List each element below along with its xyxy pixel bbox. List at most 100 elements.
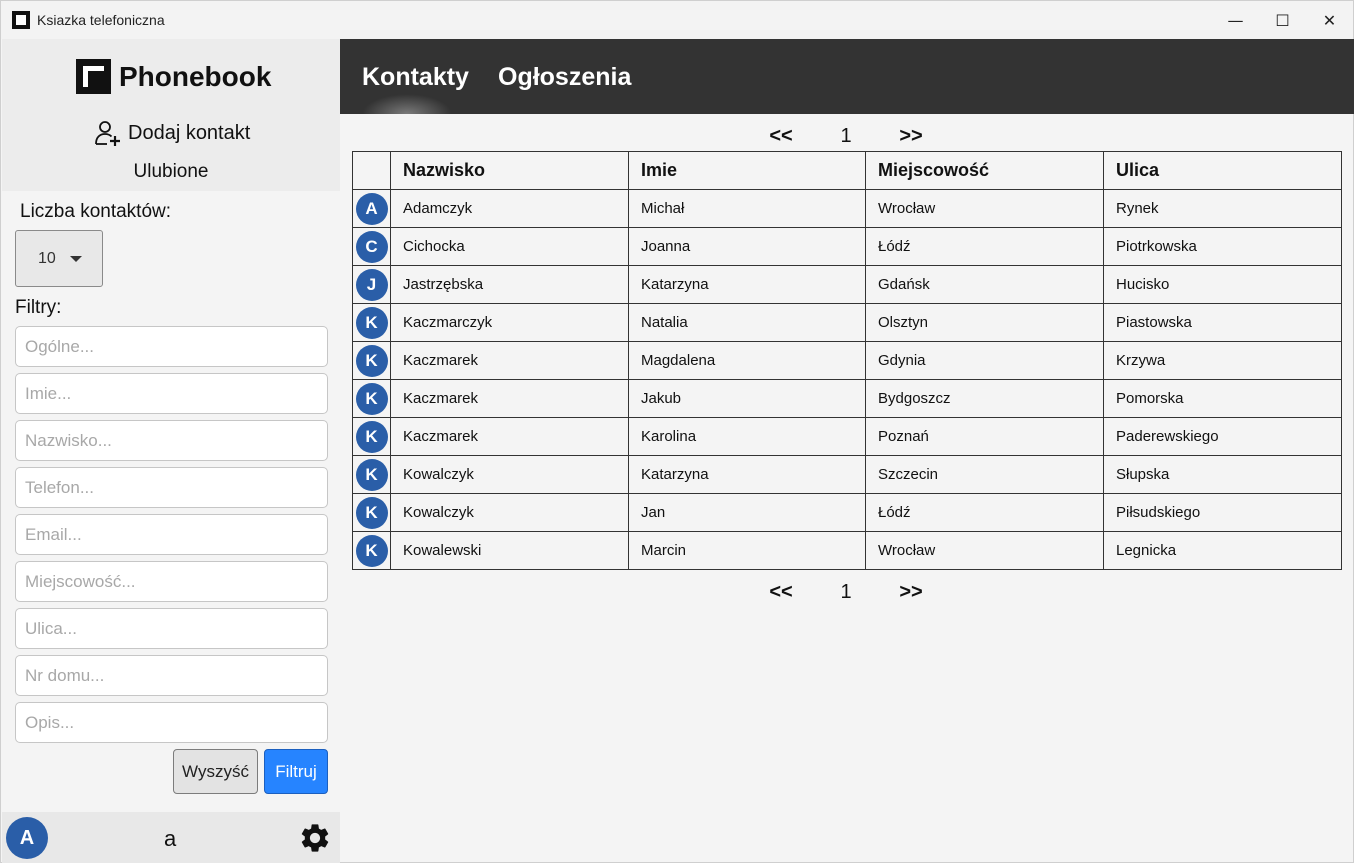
row-avatar-cell: A: [352, 189, 391, 228]
table-row[interactable]: K Kowalczyk Katarzyna Szczecin Słupska: [352, 455, 1342, 494]
contacts-table: Nazwisko Imie Miejscowość Ulica A Adamczy…: [352, 151, 1342, 570]
column-header-first-name[interactable]: Imie: [628, 151, 866, 190]
title-bar: Ksiazka telefoniczna — ☐ ✕: [1, 1, 1353, 39]
avatar: K: [355, 344, 388, 377]
cell-first-name: Jan: [628, 493, 866, 532]
prev-page-button[interactable]: <<: [761, 125, 801, 148]
cell-first-name: Katarzyna: [628, 265, 866, 304]
favorites-link[interactable]: Ulubione: [2, 161, 340, 183]
row-avatar-cell: C: [352, 227, 391, 266]
avatar: K: [355, 382, 388, 415]
cell-city: Gdańsk: [865, 265, 1104, 304]
prev-page-button[interactable]: <<: [761, 581, 801, 604]
cell-city: Gdynia: [865, 341, 1104, 380]
filter-description-input[interactable]: [15, 702, 328, 743]
avatar: K: [355, 458, 388, 491]
row-avatar-cell: K: [352, 379, 391, 418]
filters-label: Filtry:: [15, 297, 62, 318]
avatar[interactable]: A: [6, 817, 48, 859]
cell-city: Wrocław: [865, 189, 1104, 228]
add-user-icon: [95, 121, 120, 146]
table-row[interactable]: K Kaczmarek Magdalena Gdynia Krzywa: [352, 341, 1342, 380]
row-avatar-cell: K: [352, 493, 391, 532]
filter-phone-input[interactable]: [15, 467, 328, 508]
avatar: K: [355, 496, 388, 529]
pager-bottom: << 1 >>: [761, 581, 931, 604]
cell-city: Łódź: [865, 493, 1104, 532]
user-name: a: [164, 826, 177, 851]
filter-city-input[interactable]: [15, 561, 328, 602]
contact-count-select[interactable]: 10: [15, 230, 103, 287]
contact-count-value: 10: [38, 249, 56, 267]
contact-count-label: Liczba kontaktów:: [20, 201, 172, 222]
table-row[interactable]: K Kaczmarek Karolina Poznań Paderewskiego: [352, 417, 1342, 456]
cell-last-name: Jastrzębska: [390, 265, 629, 304]
avatar: C: [355, 230, 388, 263]
table-header-row: Nazwisko Imie Miejscowość Ulica: [352, 151, 1342, 190]
cell-last-name: Adamczyk: [390, 189, 629, 228]
table-row[interactable]: K Kowalewski Marcin Wrocław Legnicka: [352, 531, 1342, 570]
table-row[interactable]: A Adamczyk Michał Wrocław Rynek: [352, 189, 1342, 228]
logo-text: Phonebook: [119, 60, 272, 92]
cell-street: Hucisko: [1103, 265, 1342, 304]
logo: Phonebook: [76, 59, 271, 94]
filter-first-name-input[interactable]: [15, 373, 328, 414]
table-row[interactable]: J Jastrzębska Katarzyna Gdańsk Hucisko: [352, 265, 1342, 304]
maximize-button[interactable]: ☐: [1259, 1, 1306, 39]
row-avatar-cell: K: [352, 531, 391, 570]
current-page: 1: [840, 125, 852, 147]
minimize-button[interactable]: —: [1212, 1, 1259, 39]
apply-filters-button[interactable]: Filtruj: [264, 749, 328, 794]
table-row[interactable]: K Kaczmarek Jakub Bydgoszcz Pomorska: [352, 379, 1342, 418]
table-row[interactable]: K Kaczmarczyk Natalia Olsztyn Piastowska: [352, 303, 1342, 342]
cell-last-name: Kowalczyk: [390, 493, 629, 532]
cell-street: Legnicka: [1103, 531, 1342, 570]
gear-icon[interactable]: [298, 821, 332, 855]
row-avatar-cell: K: [352, 341, 391, 380]
app-logo-icon: [12, 11, 30, 29]
filter-general-input[interactable]: [15, 326, 328, 367]
cell-first-name: Marcin: [628, 531, 866, 570]
add-contact-button[interactable]: Dodaj kontakt: [94, 119, 250, 147]
next-page-button[interactable]: >>: [891, 581, 931, 604]
cell-last-name: Cichocka: [390, 227, 629, 266]
row-avatar-cell: K: [352, 417, 391, 456]
filter-street-input[interactable]: [15, 608, 328, 649]
cell-last-name: Kaczmarczyk: [390, 303, 629, 342]
window-controls: — ☐ ✕: [1212, 1, 1353, 39]
table-row[interactable]: K Kowalczyk Jan Łódź Piłsudskiego: [352, 493, 1342, 532]
column-header-last-name[interactable]: Nazwisko: [390, 151, 629, 190]
filter-last-name-input[interactable]: [15, 420, 328, 461]
clear-filters-button[interactable]: Wyszyść: [173, 749, 258, 794]
app-window: Ksiazka telefoniczna — ☐ ✕ Phonebook Dod…: [0, 0, 1354, 863]
next-page-button[interactable]: >>: [891, 125, 931, 148]
filter-house-number-input[interactable]: [15, 655, 328, 696]
chevron-down-icon: [69, 255, 82, 262]
cell-street: Słupska: [1103, 455, 1342, 494]
phonebook-logo-icon: [76, 59, 111, 94]
cell-street: Rynek: [1103, 189, 1342, 228]
minimize-icon: —: [1227, 10, 1244, 30]
table-row[interactable]: C Cichocka Joanna Łódź Piotrkowska: [352, 227, 1342, 266]
cell-street: Paderewskiego: [1103, 417, 1342, 456]
filter-email-input[interactable]: [15, 514, 328, 555]
column-header-city[interactable]: Miejscowość: [865, 151, 1104, 190]
cell-first-name: Joanna: [628, 227, 866, 266]
row-avatar-cell: K: [352, 303, 391, 342]
cell-city: Poznań: [865, 417, 1104, 456]
cell-street: Pomorska: [1103, 379, 1342, 418]
avatar: K: [355, 420, 388, 453]
cell-first-name: Katarzyna: [628, 455, 866, 494]
close-button[interactable]: ✕: [1306, 1, 1353, 39]
avatar: J: [355, 268, 388, 301]
cell-city: Bydgoszcz: [865, 379, 1104, 418]
sidebar: Phonebook Dodaj kontakt Ulubione Liczba …: [2, 39, 340, 863]
top-nav: Kontakty Ogłoszenia: [340, 39, 1354, 114]
cell-city: Olsztyn: [865, 303, 1104, 342]
cell-first-name: Michał: [628, 189, 866, 228]
column-header-street[interactable]: Ulica: [1103, 151, 1342, 190]
tab-contacts[interactable]: Kontakty: [362, 63, 469, 92]
tab-announcements[interactable]: Ogłoszenia: [498, 63, 631, 92]
cell-last-name: Kaczmarek: [390, 417, 629, 456]
nav-active-indicator: [362, 94, 452, 114]
